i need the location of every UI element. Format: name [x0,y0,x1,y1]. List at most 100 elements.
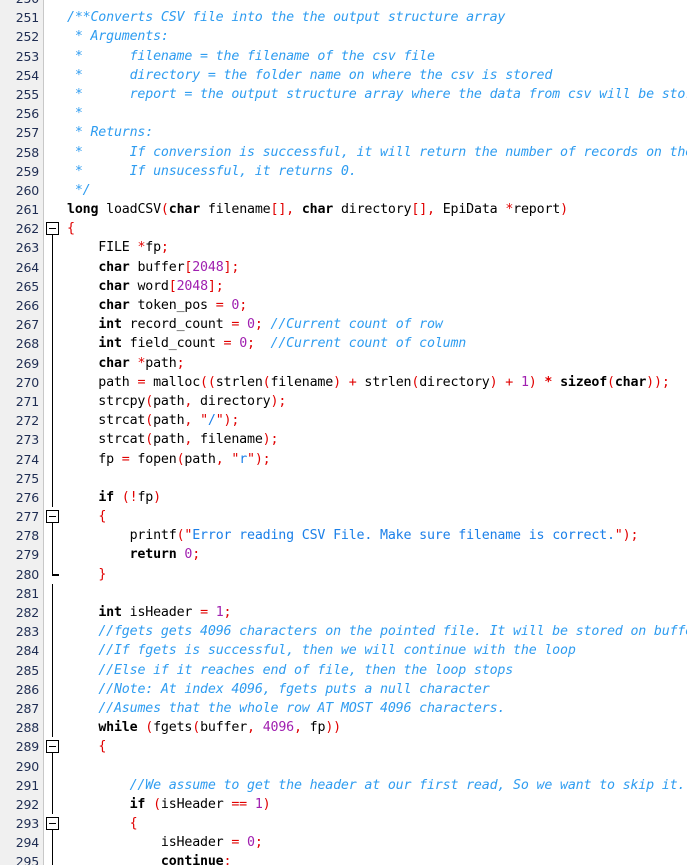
minus-icon[interactable] [46,817,59,831]
code-text[interactable] [61,584,687,603]
line-number[interactable]: 295 [0,852,44,865]
code-line[interactable]: 282 int isHeader = 1; [0,603,687,623]
code-text[interactable]: int isHeader = 1; [61,603,687,622]
code-text[interactable]: isHeader = 0; [61,833,687,852]
line-number[interactable]: 278 [0,526,44,546]
code-line[interactable]: 281 [0,583,687,604]
line-number[interactable]: 263 [0,238,44,258]
minus-icon[interactable] [46,510,59,524]
line-number[interactable]: 282 [0,603,44,623]
code-text[interactable]: continue; [61,852,687,865]
code-text[interactable]: return 0; [61,545,687,564]
code-line[interactable]: 261 long loadCSV(char filename[], char di… [0,200,687,220]
code-line[interactable]: 266 char token_pos = 0; [0,296,687,316]
code-line[interactable]: 254 * directory = the folder name on whe… [0,65,687,85]
line-number[interactable]: 276 [0,487,44,508]
code-text[interactable]: * Arguments: [61,27,687,46]
code-line[interactable]: 267 int record_count = 0; //Current coun… [0,315,687,335]
line-number[interactable]: 264 [0,257,44,277]
code-text[interactable]: int record_count = 0; //Current count of… [61,315,687,334]
code-line[interactable]: 252 * Arguments: [0,27,687,47]
code-line[interactable]: 283 //fgets gets 4096 characters on the … [0,622,687,642]
code-text[interactable]: { [61,507,687,526]
code-line[interactable]: 271 strcpy(path, directory); [0,391,687,412]
line-number[interactable]: 291 [0,775,44,795]
code-text[interactable]: /**Converts CSV file into the the output… [61,8,687,27]
line-number[interactable]: 265 [0,276,44,296]
fold-toggle-icon[interactable] [44,219,61,239]
code-line[interactable]: 265 char word[2048]; [0,276,687,297]
code-line[interactable]: 295 continue; [0,852,687,865]
code-text[interactable]: * report = the output structure array wh… [61,85,687,104]
line-number[interactable]: 258 [0,142,44,162]
code-line[interactable]: 276 if (!fp) [0,487,687,508]
code-text[interactable]: strcat(path, "/"); [61,411,687,430]
code-lines-container[interactable]: 250 251 /**Converts CSV file into the the… [0,0,687,865]
code-line[interactable]: 268 int field_count = 0; //Current count… [0,334,687,354]
code-text[interactable]: * If conversion is successful, it will r… [61,143,687,162]
line-number[interactable]: 272 [0,411,44,431]
line-number[interactable]: 284 [0,641,44,661]
code-text[interactable]: printf("Error reading CSV File. Make sur… [61,526,687,545]
code-text[interactable]: int field_count = 0; //Current count of … [61,334,687,353]
line-number[interactable]: 290 [0,756,44,776]
line-number[interactable]: 252 [0,27,44,47]
line-number[interactable]: 256 [0,104,44,124]
code-text[interactable]: char token_pos = 0; [61,296,687,315]
line-number[interactable]: 257 [0,123,44,143]
minus-icon[interactable] [46,222,59,236]
code-line[interactable]: 275 [0,468,687,489]
code-line[interactable]: 288 while (fgets(buffer, 4096, fp)) [0,718,687,738]
code-line[interactable]: 290 [0,756,687,776]
code-text[interactable]: //We assume to get the header at our fir… [61,776,687,795]
line-number[interactable]: 253 [0,46,44,66]
code-line[interactable]: 291 //We assume to get the header at our… [0,775,687,796]
line-number[interactable]: 287 [0,698,44,719]
fold-toggle-icon[interactable] [44,737,61,757]
code-text[interactable]: long loadCSV(char filename[], char direc… [61,200,687,219]
line-number[interactable]: 270 [0,372,44,392]
code-line[interactable]: 277 { [0,507,687,527]
code-line[interactable]: 262 { [0,219,687,239]
code-text[interactable]: * Returns: [61,123,687,142]
code-text[interactable]: path = malloc((strlen(filename) + strlen… [61,373,687,392]
code-text[interactable]: { [61,814,687,833]
line-number[interactable]: 275 [0,468,44,488]
code-line[interactable]: 293 { [0,814,687,834]
code-line[interactable]: 272 strcat(path, "/"); [0,411,687,431]
line-number[interactable]: 274 [0,449,44,469]
line-number[interactable]: 280 [0,564,44,584]
code-line[interactable]: 250 [0,0,687,9]
code-text[interactable]: if (!fp) [61,488,687,507]
code-text[interactable]: //Else if it reaches end of file, then t… [61,661,687,680]
line-number[interactable]: 288 [0,718,44,738]
line-number[interactable]: 294 [0,833,44,853]
line-number[interactable]: 266 [0,296,44,316]
code-text[interactable]: char buffer[2048]; [61,258,687,277]
line-number[interactable]: 267 [0,315,44,335]
code-text[interactable] [61,469,687,488]
line-number[interactable]: 285 [0,660,44,680]
line-number[interactable]: 281 [0,583,44,603]
code-text[interactable]: //Asumes that the whole row AT MOST 4096… [61,699,687,718]
code-line[interactable]: 284 //If fgets is successful, then we wi… [0,641,687,661]
line-number[interactable]: 269 [0,353,44,373]
line-number[interactable]: 293 [0,814,44,834]
code-line[interactable]: 279 return 0; [0,545,687,565]
code-text[interactable]: strcpy(path, directory); [61,392,687,411]
line-number[interactable]: 250 [0,0,44,9]
line-number[interactable]: 259 [0,161,44,181]
line-number[interactable]: 251 [0,8,44,28]
code-line[interactable]: 263 FILE *fp; [0,238,687,258]
code-text[interactable]: * [61,104,687,123]
line-number[interactable]: 261 [0,200,44,220]
code-text[interactable]: * filename = the filename of the csv fil… [61,47,687,66]
code-line[interactable]: 253 * filename = the filename of the csv… [0,46,687,66]
code-text[interactable]: * If unsucessful, it returns 0. [61,162,687,181]
line-number[interactable]: 262 [0,219,44,239]
code-text[interactable]: strcat(path, filename); [61,430,687,449]
code-text[interactable]: FILE *fp; [61,238,687,257]
code-text[interactable]: //fgets gets 4096 characters on the poin… [61,622,687,641]
code-line[interactable]: 256 * [0,104,687,124]
code-line[interactable]: 278 printf("Error reading CSV File. Make… [0,526,687,546]
